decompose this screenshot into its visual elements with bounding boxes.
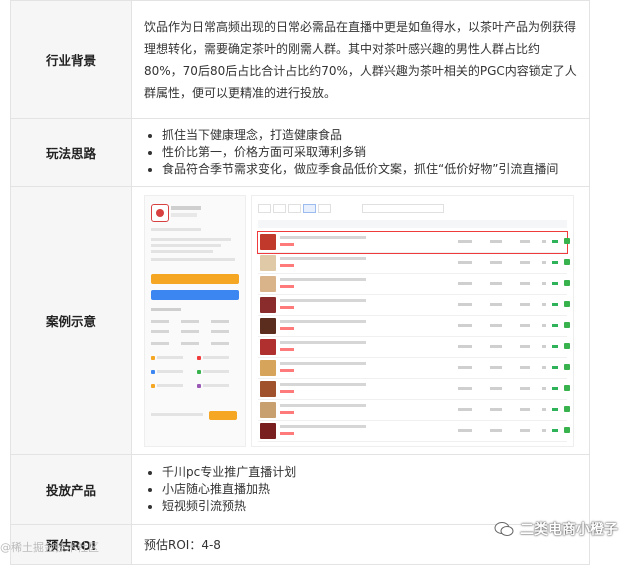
product-row xyxy=(258,379,570,400)
cart-icon xyxy=(564,321,570,328)
row-delivery: 投放产品 千川pc专业推广直播计划 小店随心推直播加热 短视频引流预热 xyxy=(10,454,590,525)
cart-icon xyxy=(564,237,570,244)
product-list-panel xyxy=(251,194,574,447)
product-row xyxy=(258,358,570,379)
cart-icon xyxy=(564,279,570,286)
product-thumbnail xyxy=(260,296,276,313)
cart-icon xyxy=(564,426,570,433)
watermark-right: 二类电商小橙子 xyxy=(494,519,618,539)
product-thumbnail xyxy=(260,401,276,418)
product-thumbnail xyxy=(260,275,276,292)
cart-icon xyxy=(564,258,570,265)
shop-follow-button xyxy=(209,410,237,420)
cart-icon xyxy=(564,405,570,412)
product-row xyxy=(258,316,570,337)
label-strategy: 玩法思路 xyxy=(10,118,132,187)
promo-banner-orange xyxy=(151,273,239,284)
date-range-placeholder xyxy=(362,203,444,213)
delivery-item: 小店随心推直播加热 xyxy=(162,481,577,498)
row-strategy: 玩法思路 抓住当下健康理念，打造健康食品 性价比第一，价格方面可采取薄利多销 食… xyxy=(10,118,590,187)
product-thumbnail xyxy=(260,380,276,397)
shop-avatar xyxy=(151,203,169,222)
delivery-content: 千川pc专业推广直播计划 小店随心推直播加热 短视频引流预热 xyxy=(131,454,590,525)
watermark-right-text: 二类电商小橙子 xyxy=(520,522,618,538)
shop-tag-placeholder xyxy=(171,212,197,217)
product-row xyxy=(258,253,570,274)
delivery-item: 千川pc专业推广直播计划 xyxy=(162,464,577,481)
strategy-item: 性价比第一，价格方面可采取薄利多销 xyxy=(162,144,577,161)
delivery-item: 短视频引流预热 xyxy=(162,498,577,515)
strategy-list: 抓住当下健康理念，打造健康食品 性价比第一，价格方面可采取薄利多销 食品符合季节… xyxy=(144,127,577,178)
industry-background-text: 饮品作为日常高频出现的日常必需品在直播中更是如鱼得水，以茶叶产品为例获得理想转化… xyxy=(131,0,590,119)
cart-icon xyxy=(564,363,570,370)
label-case: 案例示意 xyxy=(10,186,132,455)
delivery-list: 千川pc专业推广直播计划 小店随心推直播加热 短视频引流预热 xyxy=(144,464,577,515)
shop-name-placeholder xyxy=(171,205,201,210)
watermark-left: @稀土掘金技术社区 xyxy=(0,541,99,554)
promo-banner-blue xyxy=(151,289,239,300)
product-thumbnail xyxy=(260,359,276,376)
product-row xyxy=(258,337,570,358)
label-delivery: 投放产品 xyxy=(10,454,132,525)
product-thumbnail xyxy=(260,254,276,271)
shop-profile-panel xyxy=(144,194,246,447)
period-tabs xyxy=(258,203,331,213)
strategy-item: 抓住当下健康理念，打造健康食品 xyxy=(162,127,577,144)
product-thumbnail xyxy=(260,422,276,439)
product-thumbnail xyxy=(260,233,276,250)
product-table-header xyxy=(258,219,567,228)
cart-icon xyxy=(564,384,570,391)
case-table: 行业背景 饮品作为日常高频出现的日常必需品在直播中更是如鱼得水，以茶叶产品为例获… xyxy=(10,0,590,565)
product-row xyxy=(258,421,570,442)
product-thumbnail xyxy=(260,317,276,334)
case-screenshot-cell xyxy=(131,186,590,455)
wechat-icon xyxy=(494,521,514,537)
case-screenshot xyxy=(144,194,574,447)
product-row xyxy=(258,400,570,421)
product-thumbnail xyxy=(260,338,276,355)
row-case: 案例示意 xyxy=(10,186,590,455)
product-row xyxy=(258,274,570,295)
row-industry-background: 行业背景 饮品作为日常高频出现的日常必需品在直播中更是如鱼得水，以茶叶产品为例获… xyxy=(10,0,590,119)
product-row xyxy=(258,295,570,316)
label-industry-background: 行业背景 xyxy=(10,0,132,119)
product-row-highlighted xyxy=(257,230,570,254)
strategy-content: 抓住当下健康理念，打造健康食品 性价比第一，价格方面可采取薄利多销 食品符合季节… xyxy=(131,118,590,187)
strategy-item: 食品符合季节需求变化，做应季食品低价文案，抓住“低价好物”引流直播间 xyxy=(162,161,577,178)
cart-icon xyxy=(564,300,570,307)
cart-icon xyxy=(564,342,570,349)
